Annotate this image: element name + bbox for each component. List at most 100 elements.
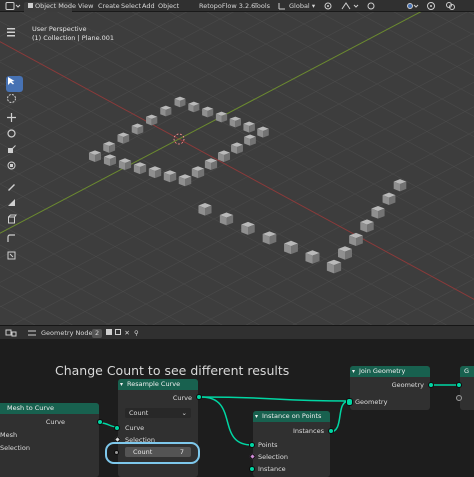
output-geometry-label: Geometry <box>391 381 424 389</box>
add-cube-icon <box>8 214 17 224</box>
chevron-down-icon: ▾ <box>120 381 124 388</box>
measure-tool[interactable] <box>6 197 23 213</box>
input-instance-socket[interactable] <box>249 466 255 472</box>
shrink-icon <box>7 251 16 260</box>
node-header[interactable]: ▾ Instance on Points <box>253 411 330 422</box>
instanced-cube <box>244 134 256 146</box>
collapse-sidebar-icon[interactable] <box>6 26 20 40</box>
group-output-node[interactable]: G <box>456 366 474 410</box>
close-icon[interactable]: ✕ <box>124 329 129 337</box>
instanced-cube <box>191 166 205 179</box>
add-cube-tool[interactable] <box>6 214 23 230</box>
overlay-icon[interactable] <box>444 0 458 12</box>
grid-line <box>0 285 74 325</box>
link-resample-join <box>200 396 350 402</box>
instanced-cube <box>174 96 186 108</box>
node-header[interactable]: G <box>460 366 474 377</box>
menu-retopoflow[interactable]: RetopoFlow 3.2.6 <box>199 0 255 12</box>
input-geometry-socket[interactable] <box>346 398 353 406</box>
transform-icon <box>7 161 16 170</box>
input-selection-label: Selection <box>0 444 30 452</box>
transform-tool[interactable] <box>6 160 23 176</box>
instanced-cube <box>241 221 255 235</box>
menu-select[interactable]: Select <box>121 0 141 12</box>
output-geometry-socket[interactable] <box>428 382 434 388</box>
proportional-edit-icon[interactable] <box>366 0 376 12</box>
pin-icon[interactable]: ⚲ <box>134 326 139 340</box>
3d-viewport[interactable]: User Perspective (1) Collection | Plane.… <box>0 12 474 325</box>
gizmo-icon[interactable] <box>425 0 437 12</box>
grid-line <box>0 305 36 325</box>
input-points-socket[interactable] <box>249 442 255 448</box>
move-tool[interactable] <box>6 112 23 128</box>
grid-line <box>19 12 474 260</box>
node-title: Mesh to Curve <box>7 404 54 412</box>
grid-line <box>0 264 111 325</box>
grid-line <box>152 155 474 325</box>
instanced-cube <box>284 240 298 255</box>
node-header[interactable]: ▾ Join Geometry <box>350 366 430 377</box>
menu-object[interactable]: Object <box>158 0 179 12</box>
instanced-cube <box>202 106 214 118</box>
editor-type-icon[interactable] <box>4 326 18 340</box>
instanced-cube <box>117 132 130 144</box>
instanced-cube <box>103 141 116 153</box>
orientation-dropdown[interactable]: Global ▾ <box>289 0 315 12</box>
node-header[interactable]: ▾Mesh to Curve <box>0 403 99 414</box>
rotate-tool[interactable] <box>6 128 23 144</box>
mode-icon <box>28 2 33 8</box>
3d-cursor-icon <box>7 94 16 103</box>
annotate-tool[interactable] <box>6 181 23 197</box>
grid-line <box>432 303 474 325</box>
menu-create[interactable]: Create <box>98 0 120 12</box>
menu-view[interactable]: View <box>78 0 93 12</box>
mode-label: Object Mode <box>35 1 76 10</box>
input-empty-socket[interactable] <box>456 395 462 401</box>
menu-tools[interactable]: Tools <box>254 0 270 12</box>
menu-add[interactable]: Add <box>142 0 155 12</box>
input-selection-label: Selection <box>258 453 288 461</box>
instanced-cube <box>338 246 352 260</box>
scale-icon <box>8 145 16 153</box>
copy-icon[interactable] <box>115 329 122 335</box>
node-tree-name[interactable]: Geometry Nodes <box>41 326 96 340</box>
editor-type-icon[interactable] <box>4 0 22 12</box>
mode-dropdown[interactable]: Count ⌄ <box>125 408 191 418</box>
pivot-icon[interactable] <box>322 0 334 12</box>
input-curve-socket[interactable] <box>114 425 120 431</box>
output-curve-socket[interactable] <box>196 394 202 400</box>
select-box-tool[interactable] <box>6 76 23 92</box>
user-count-group[interactable]: 2 ✕ <box>92 326 132 340</box>
mesh-to-curve-node[interactable]: ▾Mesh to Curve Curve Mesh Selection <box>0 403 103 477</box>
instanced-cube <box>229 116 242 128</box>
ruler-icon <box>8 199 15 206</box>
snap-icon[interactable] <box>340 0 362 12</box>
extra-tool-2[interactable] <box>6 250 23 266</box>
fake-user-icon[interactable] <box>106 329 113 335</box>
node-title: Join Geometry <box>359 367 406 375</box>
output-instances-socket[interactable] <box>328 428 334 434</box>
geometry-node-editor[interactable]: Change Count to see different results ▾M… <box>0 339 474 477</box>
scale-tool[interactable] <box>6 144 23 160</box>
input-geometry-socket[interactable] <box>456 382 462 388</box>
grid-line <box>243 12 474 138</box>
grid-line <box>0 32 474 283</box>
instanced-cube <box>231 142 243 154</box>
top-header: Object Mode View Create Select Add Objec… <box>0 0 474 14</box>
viewport-grid <box>0 12 474 325</box>
transform-orientation-icon <box>277 0 287 12</box>
instance-on-points-node[interactable]: ▾ Instance on Points Instances Points Sel… <box>248 411 334 477</box>
node-title: Instance on Points <box>262 412 322 420</box>
input-curve-label: Curve <box>125 424 145 432</box>
instanced-cube <box>198 203 212 216</box>
node-title: Resample Curve <box>127 380 181 388</box>
join-geometry-node[interactable]: ▾ Join Geometry Geometry Geometry <box>346 366 434 410</box>
output-curve-socket[interactable] <box>97 419 103 425</box>
grid-line <box>0 122 373 325</box>
node-header[interactable]: ▾ Resample Curve <box>118 379 198 390</box>
visibility-icon[interactable] <box>405 0 419 12</box>
cursor-tool[interactable] <box>6 93 23 109</box>
instanced-cube <box>188 101 200 113</box>
extra-tool[interactable] <box>6 233 23 249</box>
viewport-info: User Perspective (1) Collection | Plane.… <box>32 25 114 43</box>
